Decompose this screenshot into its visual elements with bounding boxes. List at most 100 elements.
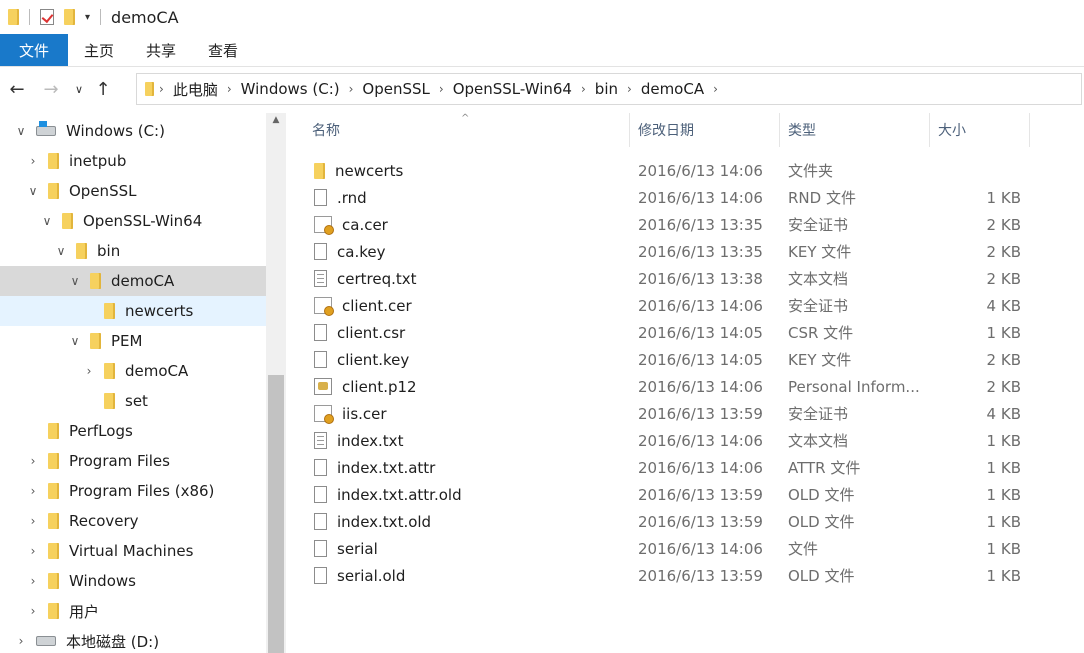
chevron-down-icon[interactable]: ∨: [14, 124, 28, 138]
folder-icon: [48, 183, 59, 199]
file-type: 文本文档: [788, 270, 849, 288]
column-name[interactable]: 名称: [304, 113, 630, 147]
nav-item[interactable]: › Windows: [0, 566, 266, 596]
nav-item[interactable]: ∨ Windows (C:): [0, 116, 266, 146]
up-arrow-icon[interactable]: ↑: [90, 79, 116, 100]
file-name-cell: index.txt.attr: [314, 454, 435, 481]
breadcrumb-item[interactable]: Windows (C:): [237, 80, 344, 98]
file-name: newcerts: [335, 161, 404, 180]
chevron-right-icon[interactable]: ›: [14, 634, 28, 648]
properties-icon[interactable]: [40, 9, 54, 25]
chevron-right-icon[interactable]: ›: [26, 604, 40, 618]
chevron-down-icon[interactable]: ∨: [54, 244, 68, 258]
breadcrumb-item[interactable]: demoCA: [637, 80, 708, 98]
column-size[interactable]: 大小: [930, 113, 1030, 147]
file-row[interactable]: index.txt.attr 2016/6/13 14:06 ATTR 文件 1 KB: [286, 454, 1084, 481]
nav-item-label: Program Files (x86): [69, 482, 215, 500]
scrollbar-thumb[interactable]: [268, 375, 284, 653]
breadcrumb[interactable]: › 此电脑 › Windows (C:) › OpenSSL › OpenSSL-Wi…: [136, 73, 1082, 105]
folder-icon: [48, 573, 59, 589]
nav-item[interactable]: › 用户: [0, 596, 266, 626]
chevron-right-icon[interactable]: ›: [26, 154, 40, 168]
tab-view[interactable]: 查看: [192, 34, 254, 66]
forward-arrow-icon[interactable]: →: [34, 79, 68, 100]
chevron-right-icon[interactable]: ›: [26, 544, 40, 558]
breadcrumb-item[interactable]: OpenSSL-Win64: [449, 80, 576, 98]
nav-item[interactable]: › Recovery: [0, 506, 266, 536]
back-arrow-icon[interactable]: ←: [0, 79, 34, 100]
nav-item[interactable]: ∨ OpenSSL: [0, 176, 266, 206]
nav-item[interactable]: ∨ OpenSSL-Win64: [0, 206, 266, 236]
breadcrumb-item[interactable]: 此电脑: [169, 79, 222, 100]
chevron-down-icon[interactable]: ∨: [68, 334, 82, 348]
file-type: RND 文件: [788, 189, 856, 207]
chevron-right-icon[interactable]: ›: [26, 454, 40, 468]
nav-item[interactable]: ∨ demoCA: [0, 266, 266, 296]
nav-item[interactable]: newcerts: [0, 296, 266, 326]
breadcrumb-chevron-icon[interactable]: ›: [222, 82, 237, 96]
column-type[interactable]: 类型: [780, 113, 930, 147]
nav-item[interactable]: PerfLogs: [0, 416, 266, 446]
file-row[interactable]: index.txt.old 2016/6/13 13:59 OLD 文件 1 KB: [286, 508, 1084, 535]
nav-item[interactable]: › inetpub: [0, 146, 266, 176]
divider: [100, 9, 102, 25]
file-row[interactable]: serial.old 2016/6/13 13:59 OLD 文件 1 KB: [286, 562, 1084, 589]
nav-item[interactable]: › Program Files: [0, 446, 266, 476]
tab-file[interactable]: 文件: [0, 34, 68, 66]
nav-scrollbar[interactable]: ▲: [266, 113, 286, 653]
title-bar: ▾ demoCA: [0, 0, 1084, 34]
recent-locations-chevron-icon[interactable]: ∨: [68, 83, 90, 96]
file-row[interactable]: newcerts 2016/6/13 14:06 文件夹: [286, 157, 1084, 184]
file-icon: [314, 486, 327, 503]
scroll-up-icon[interactable]: ▲: [266, 115, 286, 125]
breadcrumb-item[interactable]: bin: [591, 80, 622, 98]
chevron-right-icon[interactable]: ›: [26, 574, 40, 588]
new-folder-icon[interactable]: [64, 9, 75, 25]
file-type: ATTR 文件: [788, 459, 861, 477]
file-row[interactable]: ca.cer 2016/6/13 13:35 安全证书 2 KB: [286, 211, 1084, 238]
nav-item[interactable]: ∨ PEM: [0, 326, 266, 356]
chevron-down-icon[interactable]: ∨: [68, 274, 82, 288]
file-name: index.txt: [337, 431, 404, 450]
file-row[interactable]: ca.key 2016/6/13 13:35 KEY 文件 2 KB: [286, 238, 1084, 265]
tab-home[interactable]: 主页: [68, 34, 130, 66]
nav-item[interactable]: › Program Files (x86): [0, 476, 266, 506]
nav-item[interactable]: › demoCA: [0, 356, 266, 386]
file-row[interactable]: client.csr 2016/6/13 14:05 CSR 文件 1 KB: [286, 319, 1084, 346]
file-row[interactable]: index.txt.attr.old 2016/6/13 13:59 OLD 文件 1…: [286, 481, 1084, 508]
file-row[interactable]: client.key 2016/6/13 14:05 KEY 文件 2 KB: [286, 346, 1084, 373]
customize-toolbar-chevron-icon[interactable]: ▾: [85, 12, 90, 23]
breadcrumb-chevron-icon[interactable]: ›: [576, 82, 591, 96]
column-date[interactable]: 修改日期: [630, 113, 780, 147]
tab-share[interactable]: 共享: [130, 34, 192, 66]
breadcrumb-chevron-icon[interactable]: ›: [708, 82, 723, 96]
file-row[interactable]: serial 2016/6/13 14:06 文件 1 KB: [286, 535, 1084, 562]
chevron-right-icon[interactable]: ›: [26, 514, 40, 528]
nav-item[interactable]: set: [0, 386, 266, 416]
chevron-right-icon[interactable]: ›: [82, 364, 96, 378]
breadcrumb-chevron-icon[interactable]: ›: [622, 82, 637, 96]
nav-item[interactable]: › 本地磁盘 (D:): [0, 626, 266, 653]
breadcrumb-item[interactable]: OpenSSL: [358, 80, 433, 98]
divider: [29, 9, 30, 25]
file-row[interactable]: certreq.txt 2016/6/13 13:38 文本文档 2 KB: [286, 265, 1084, 292]
file-date: 2016/6/13 13:35: [638, 242, 763, 261]
chevron-down-icon[interactable]: ∨: [26, 184, 40, 198]
folder-icon: [104, 393, 115, 409]
file-row[interactable]: client.cer 2016/6/13 14:06 安全证书 4 KB: [286, 292, 1084, 319]
breadcrumb-chevron-icon[interactable]: ›: [154, 82, 169, 96]
nav-item[interactable]: ∨ bin: [0, 236, 266, 266]
chevron-down-icon[interactable]: ∨: [40, 214, 54, 228]
breadcrumb-chevron-icon[interactable]: ›: [344, 82, 359, 96]
file-row[interactable]: iis.cer 2016/6/13 13:59 安全证书 4 KB: [286, 400, 1084, 427]
nav-item[interactable]: › Virtual Machines: [0, 536, 266, 566]
folder-icon: [76, 243, 87, 259]
file-row[interactable]: .rnd 2016/6/13 14:06 RND 文件 1 KB: [286, 184, 1084, 211]
file-row[interactable]: index.txt 2016/6/13 14:06 文本文档 1 KB: [286, 427, 1084, 454]
breadcrumb-chevron-icon[interactable]: ›: [434, 82, 449, 96]
file-name-cell: index.txt.old: [314, 508, 431, 535]
file-size: 2 KB: [986, 242, 1021, 261]
folder-icon: [48, 453, 59, 469]
file-row[interactable]: client.p12 2016/6/13 14:06 Personal Inform…: [286, 373, 1084, 400]
chevron-right-icon[interactable]: ›: [26, 484, 40, 498]
